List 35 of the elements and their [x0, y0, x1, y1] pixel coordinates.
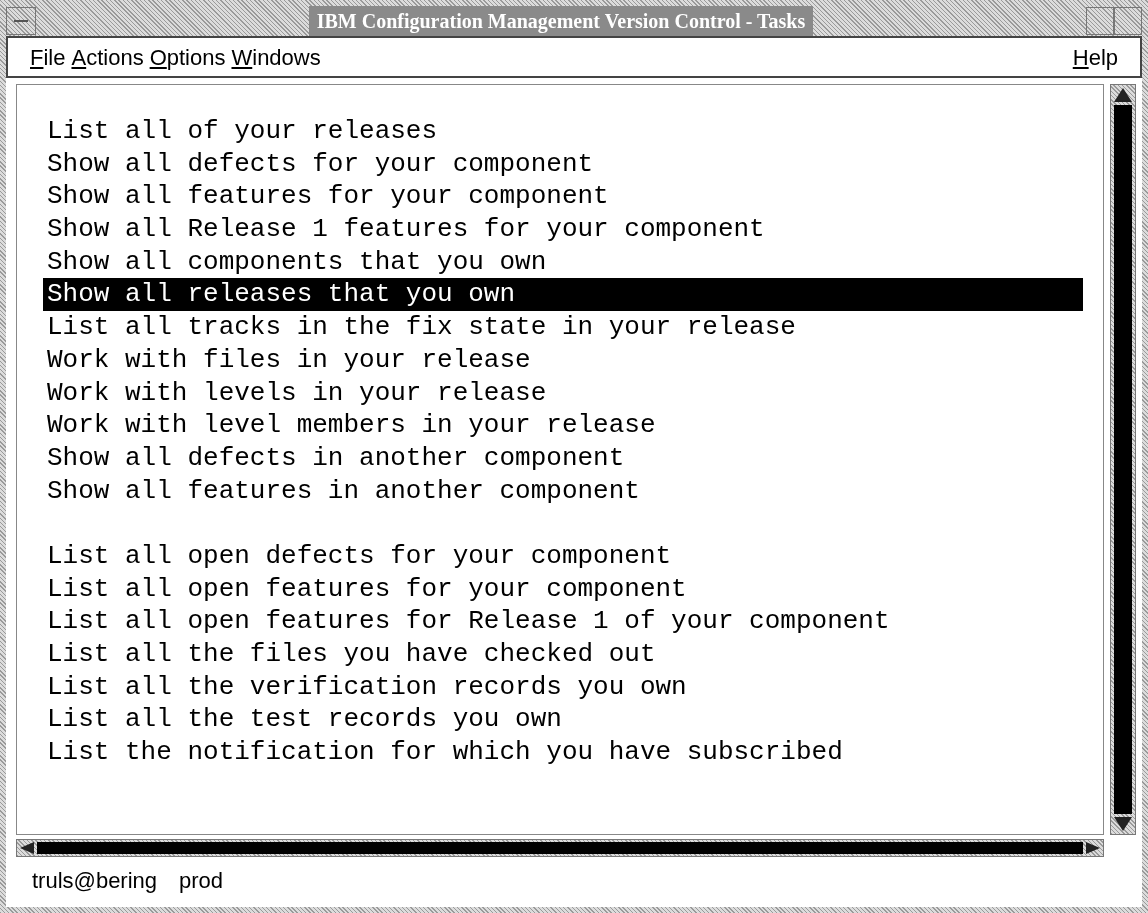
menu-item[interactable]: File — [30, 40, 66, 74]
task-item[interactable]: List all of your releases — [43, 115, 1083, 148]
minus-icon — [14, 20, 28, 22]
task-item[interactable]: List all the verification records you own — [43, 670, 1083, 704]
status-family: prod — [179, 866, 224, 895]
task-item[interactable]: Work with level members in your release — [43, 409, 1083, 442]
menu-item[interactable]: Windows — [231, 40, 321, 74]
window-title: IBM Configuration Management Version Control - Tasks — [308, 6, 814, 36]
task-item[interactable]: Show all releases that you own — [43, 278, 1083, 312]
task-item[interactable]: Show all defects for your component — [43, 147, 1083, 181]
vertical-scrollbar[interactable] — [1110, 84, 1136, 835]
task-item[interactable]: List the notification for which you have subscribed — [43, 736, 1083, 769]
window-menu-button[interactable] — [6, 7, 36, 35]
scrollbar-thumb[interactable] — [1114, 105, 1132, 814]
task-item[interactable]: Show all features in another component — [43, 474, 1083, 508]
menu-item[interactable]: Actions — [71, 40, 144, 74]
task-item[interactable]: Show all Release 1 features for your component — [43, 213, 1083, 246]
status-user: truls@bering — [32, 866, 158, 895]
task-item[interactable]: List all the files you have checked out — [43, 638, 1083, 671]
task-item[interactable]: List all tracks in the fix state in your release — [43, 311, 1083, 344]
task-item[interactable]: Work with levels in your release — [43, 376, 1083, 410]
task-item[interactable]: List all open defects for your component — [43, 539, 1083, 573]
minimize-button[interactable] — [1086, 7, 1114, 35]
task-item[interactable]: List all open features for Release 1 of your component — [43, 605, 1083, 638]
help-menu[interactable]: Help — [1072, 40, 1118, 74]
scrollbar-thumb[interactable] — [37, 842, 1083, 854]
task-item[interactable]: List all open features for your component — [43, 572, 1083, 606]
task-item[interactable]: Work with files in your release — [43, 343, 1083, 377]
task-item[interactable]: List all the test records you own — [43, 703, 1083, 737]
task-item[interactable]: Show all components that you own — [43, 245, 1083, 279]
task-item[interactable]: Show all features for your component — [43, 180, 1083, 214]
task-item[interactable]: Show all defects in another component — [43, 441, 1083, 475]
menu-item[interactable]: Options — [149, 40, 226, 74]
maximize-button[interactable] — [1114, 7, 1142, 35]
horizontal-scrollbar[interactable] — [16, 839, 1104, 857]
